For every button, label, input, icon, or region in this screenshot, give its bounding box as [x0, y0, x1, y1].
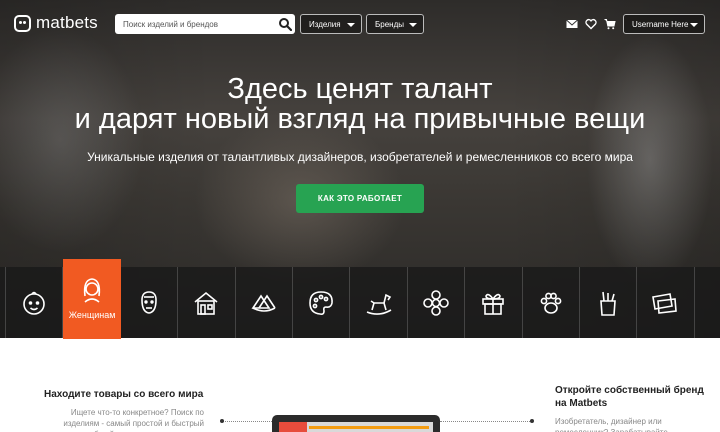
cart-icon[interactable] [604, 17, 616, 30]
brands-dropdown[interactable]: Бренды [366, 14, 424, 34]
logo-icon [14, 14, 31, 32]
category-bar: Женщинам [0, 259, 720, 339]
divider-dotted [222, 421, 272, 422]
category-pets[interactable] [523, 267, 580, 338]
category-art[interactable] [293, 267, 351, 338]
search-input[interactable] [115, 14, 265, 35]
category-cards[interactable] [637, 267, 695, 338]
baby-icon [23, 291, 45, 315]
chevron-down-icon [690, 23, 698, 27]
divider-dotted [440, 421, 532, 422]
food-icon [251, 294, 276, 312]
rocking-horse-icon [366, 293, 391, 315]
hero-title-line-1: Здесь ценят талант [227, 73, 493, 105]
search-box [115, 14, 295, 35]
laptop-illustration [272, 415, 440, 432]
connector-dot [220, 419, 224, 423]
category-gifts[interactable] [465, 267, 523, 338]
items-dropdown[interactable]: Изделия [300, 14, 362, 34]
category-women-label: Женщинам [68, 310, 116, 320]
category-toys[interactable] [350, 267, 408, 338]
category-office[interactable] [580, 267, 638, 338]
items-dropdown-label: Изделия [309, 19, 341, 29]
hero-subtitle: Уникальные изделия от талантливых дизайн… [87, 150, 633, 164]
open-brand-block: Откройте собственный бренд на Matbets Из… [555, 384, 715, 432]
user-menu-dropdown[interactable]: Username Here [623, 14, 705, 34]
username-label: Username Here [632, 19, 689, 29]
man-icon [141, 290, 157, 314]
woman-icon [83, 278, 101, 303]
hero-title-line-2: и дарят новый взгляд на привычные вещи [74, 103, 646, 135]
chevron-down-icon [347, 23, 355, 27]
chevron-down-icon [409, 23, 417, 27]
find-products-title: Находите товары со всего мира [44, 389, 204, 400]
gift-icon [482, 293, 505, 315]
cards-icon [652, 292, 678, 314]
header: matbets Изделия Бренды Username Here [0, 0, 720, 48]
category-garden[interactable] [408, 267, 466, 338]
connector-dot [530, 419, 534, 423]
palette-icon [309, 290, 333, 315]
find-products-block: Находите товары со всего мира Ищете что-… [44, 389, 214, 432]
category-home[interactable] [178, 267, 236, 338]
search-icon[interactable] [278, 17, 293, 32]
category-food[interactable] [236, 267, 293, 338]
how-it-works-button[interactable]: КАК ЭТО РАБОТАЕТ [296, 184, 424, 213]
brands-dropdown-label: Бренды [375, 19, 404, 29]
category-men[interactable] [121, 267, 179, 338]
flower-icon [423, 289, 449, 316]
hero-title: Здесь ценят талант и дарят новый взгляд … [0, 74, 720, 134]
category-women[interactable]: Женщинам [63, 259, 121, 339]
heart-icon[interactable] [585, 17, 597, 30]
paw-icon [540, 292, 562, 314]
logo-text: matbets [36, 13, 98, 32]
mail-icon[interactable] [566, 17, 578, 29]
category-kids[interactable] [6, 267, 64, 338]
stationery-icon [600, 291, 616, 316]
house-icon [194, 291, 218, 315]
logo[interactable]: matbets [14, 13, 98, 33]
open-brand-title: Откройте собственный бренд на Matbets [555, 385, 704, 409]
laptop-screen [279, 422, 433, 432]
open-brand-text: Изобретатель, дизайнер или ремесленник? … [555, 417, 668, 432]
find-products-text: Ищете что-то конкретное? Поиск по издели… [63, 408, 204, 432]
